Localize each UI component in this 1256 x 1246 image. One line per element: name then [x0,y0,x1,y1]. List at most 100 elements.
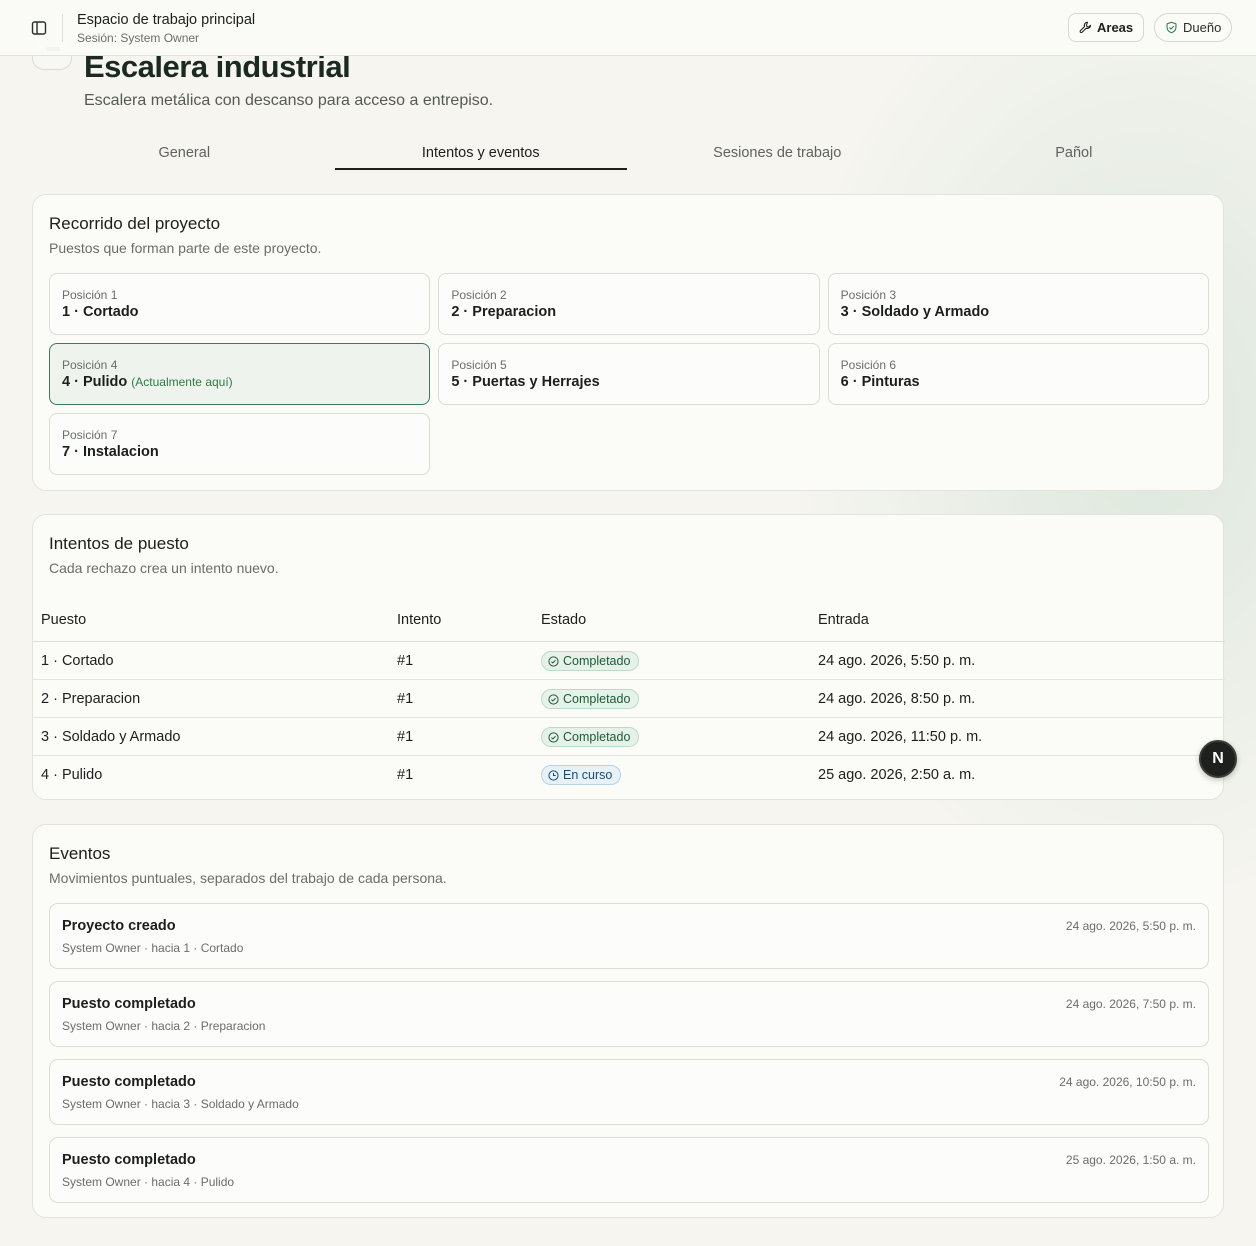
position-name-wrap: 4 · Pulido (Actualmente aquí) [62,374,417,390]
attempt-cell: #1 [397,729,414,745]
entry-cell: 24 ago. 2026, 11:50 p. m. [818,729,983,745]
workspace-title: Espacio de trabajo principal [77,12,256,28]
attempts-title: Intentos de puesto [49,534,189,553]
status-label: Completado [563,692,631,706]
station-attempts-card: Intentos de puesto Cada rechazo crea un … [32,514,1225,800]
tab-intentos-y-eventos[interactable]: Intentos y eventos [333,136,630,172]
event-meta: System Owner · hacia 4 · Pulido [62,1175,235,1189]
event-title: Puesto completado [62,996,196,1012]
position-card[interactable]: Posición 3 3 · Soldado y Armado [827,273,1209,335]
tab-bar: General Intentos y eventos Sesiones de t… [36,136,1222,172]
top-bar: Espacio de trabajo principal Sesión: Sys… [0,0,1256,56]
check-circle-icon [548,731,559,743]
event-title: Puesto completado [62,1074,196,1090]
status-badge: Completado [541,727,640,747]
position-label: Posición 2 [451,288,507,302]
areas-button[interactable]: Areas [1068,13,1145,42]
event-title: Proyecto creado [62,918,176,934]
position-card-current[interactable]: Posición 4 4 · Pulido (Actualmente aquí) [49,343,431,405]
status-badge: Completado [541,651,640,671]
column-header-puesto: Puesto [41,612,87,628]
event-meta: System Owner · hacia 3 · Soldado y Armad… [62,1097,299,1111]
station-cell: 2 · Preparacion [41,691,141,707]
entry-cell: 25 ago. 2026, 2:50 a. m. [818,767,976,783]
floating-n-button[interactable]: N [1199,740,1237,778]
event-item[interactable]: Puesto completado System Owner · hacia 4… [49,1137,1209,1203]
position-name: 4 · Pulido [62,374,128,390]
station-cell: 4 · Pulido [41,767,103,783]
wrench-icon [1079,21,1092,34]
events-title: Eventos [49,844,111,863]
table-row[interactable]: 2 · Preparacion #1 Completado 24 ago. 20… [33,680,1225,718]
attempt-cell: #1 [397,691,414,707]
check-circle-icon [548,655,559,667]
position-name: 1 · Cortado [62,304,139,320]
event-meta: System Owner · hacia 2 · Preparacion [62,1019,266,1033]
shield-check-icon [1166,21,1177,34]
position-label: Posición 1 [62,288,118,302]
position-name: 2 · Preparacion [451,304,557,320]
attempts-subtitle: Cada rechazo crea un intento nuevo. [49,560,279,576]
position-card[interactable]: Posición 1 1 · Cortado [49,273,431,335]
status-label: Completado [563,730,631,744]
position-label: Posición 3 [840,288,897,302]
current-position-note: (Actualmente aquí) [131,375,233,389]
event-item[interactable]: Puesto completado System Owner · hacia 2… [49,981,1209,1047]
tab-sesiones-de-trabajo[interactable]: Sesiones de trabajo [629,136,926,172]
position-card[interactable]: Posición 7 7 · Instalacion [49,413,431,475]
position-label: Posición 7 [62,428,118,442]
route-title: Recorrido del proyecto [49,214,221,233]
position-name: 3 · Soldado y Armado [840,304,990,320]
event-item[interactable]: Puesto completado System Owner · hacia 3… [49,1059,1209,1125]
sidebar-panel-icon [31,21,47,35]
status-label: Completado [563,654,631,668]
position-card[interactable]: Posición 5 5 · Puertas y Herrajes [438,343,820,405]
position-name: 7 · Instalacion [62,444,159,460]
areas-label: Areas [1097,20,1134,35]
column-header-entrada: Entrada [818,612,869,628]
owner-label: Dueño [1183,20,1222,35]
route-grid: Posición 1 1 · Cortado Posición 2 2 · Pr… [49,273,1209,475]
events-list: Proyecto creado System Owner · hacia 1 ·… [49,903,1209,1215]
session-label: Sesión: System Owner [77,31,200,45]
position-label: Posición 5 [451,358,507,372]
table-header-row: Puesto Intento Estado Entrada [33,602,1225,642]
station-cell: 3 · Soldado y Armado [41,729,181,745]
event-item[interactable]: Proyecto creado System Owner · hacia 1 ·… [49,903,1209,969]
column-header-estado: Estado [541,612,587,628]
event-time: 25 ago. 2026, 1:50 a. m. [1065,1153,1196,1167]
sidebar-toggle-button[interactable] [28,17,50,39]
event-title: Puesto completado [62,1152,196,1168]
tab-general[interactable]: General [36,136,333,172]
event-time: 24 ago. 2026, 7:50 p. m. [1065,997,1196,1011]
station-cell: 1 · Cortado [41,653,114,669]
entry-cell: 24 ago. 2026, 8:50 p. m. [818,691,976,707]
tab-panol[interactable]: Pañol [926,136,1223,172]
attempt-cell: #1 [397,653,414,669]
position-card[interactable]: Posición 2 2 · Preparacion [438,273,820,335]
route-subtitle: Puestos que forman parte de este proyect… [49,240,322,256]
column-header-intento: Intento [397,612,442,628]
attempt-cell: #1 [397,767,414,783]
events-card: Eventos Movimientos puntuales, separados… [32,824,1224,1218]
project-route-card: Recorrido del proyecto Puestos que forma… [32,194,1224,491]
entry-cell: 24 ago. 2026, 5:50 p. m. [818,653,976,669]
table-row[interactable]: 4 · Pulido #1 En curso 25 ago. 2026, 2:5… [33,756,1225,794]
check-circle-icon [548,693,559,705]
topbar-divider [62,14,63,42]
position-card[interactable]: Posición 6 6 · Pinturas [827,343,1209,405]
position-name: 5 · Puertas y Herrajes [451,374,600,390]
status-badge: En curso [541,765,622,785]
position-label: Posición 4 [62,358,118,372]
status-badge: Completado [541,689,640,709]
event-meta: System Owner · hacia 1 · Cortado [62,941,244,955]
clock-icon [548,769,559,781]
position-name: 6 · Pinturas [840,374,920,390]
events-subtitle: Movimientos puntuales, separados del tra… [49,870,447,886]
status-label: En curso [563,768,613,782]
table-row[interactable]: 1 · Cortado #1 Completado 24 ago. 2026, … [33,642,1225,680]
owner-role-button[interactable]: Dueño [1154,13,1233,42]
attempts-table: Puesto Intento Estado Entrada 1 · Cortad… [33,602,1225,794]
position-label: Posición 6 [840,358,897,372]
table-row[interactable]: 3 · Soldado y Armado #1 Completado 24 ag… [33,718,1225,756]
